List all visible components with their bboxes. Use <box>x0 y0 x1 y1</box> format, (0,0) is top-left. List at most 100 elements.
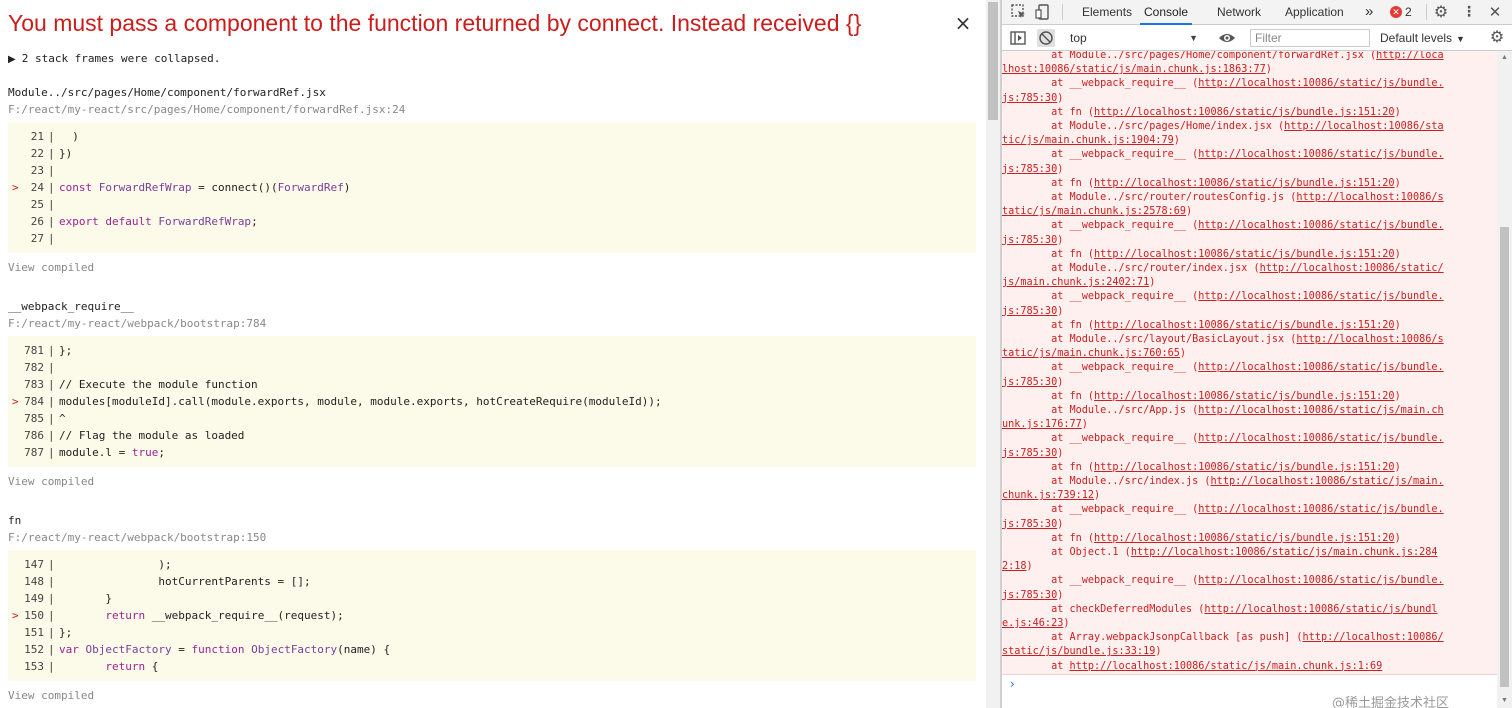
devtools-tab-bar: Elements Console Network Application » ✕… <box>1002 0 1512 25</box>
tab-network[interactable]: Network <box>1217 0 1261 25</box>
source-link[interactable]: js:785:30 <box>1002 519 1057 530</box>
console-prompt[interactable]: › @稀土掘金技术社区 <box>1002 674 1497 708</box>
error-count[interactable]: 2 <box>1405 0 1412 24</box>
code-token: function <box>191 643 252 656</box>
inspect-element-icon[interactable] <box>1010 3 1028 21</box>
source-link[interactable]: js:785:30 <box>1002 590 1057 601</box>
trace-text: at checkDeferredModules ( <box>1002 603 1205 615</box>
trace-text: ) <box>1057 376 1064 388</box>
console-scrollbar[interactable]: ▲ ▼ <box>1497 51 1512 708</box>
source-link[interactable]: http://localhost:10086/static/js/bundle. <box>1198 433 1443 444</box>
scroll-down-arrow-icon[interactable]: ▼ <box>1500 696 1509 706</box>
source-link[interactable]: http://localhost:10086/static/js/bundle. <box>1198 575 1443 586</box>
view-compiled-link[interactable]: View compiled <box>8 261 94 275</box>
source-link[interactable]: unk.js:176:77 <box>1002 419 1082 430</box>
trace-text: ) <box>1155 646 1162 658</box>
source-link[interactable]: tic/js/main.chunk.js:1904:79 <box>1002 135 1174 146</box>
source-link[interactable]: http://localhost:10086/static/js/bundl <box>1204 604 1437 615</box>
code-snippet: 781 |}; 782 | 783 | // Execute the module func… <box>8 336 976 467</box>
gutter-separator: | <box>48 609 55 622</box>
more-options-icon[interactable]: ⋮ <box>1460 3 1478 21</box>
source-link[interactable]: js/main.chunk.js:2402:71 <box>1002 277 1149 288</box>
gutter-separator: | <box>48 344 55 357</box>
stack-trace-line: chunk.js:739:12) <box>1002 489 1497 503</box>
frame-file-path[interactable]: F:/react/my-react/src/pages/Home/compone… <box>8 103 405 117</box>
source-link[interactable]: e.js:46:23 <box>1002 618 1063 629</box>
overlay-scrollbar-thumb[interactable] <box>988 2 998 120</box>
source-link[interactable]: js:785:30 <box>1002 93 1057 104</box>
gutter-separator: | <box>48 378 55 391</box>
error-icon[interactable]: ✕ <box>1390 6 1402 18</box>
source-link[interactable]: http://localhost:10086/ <box>1303 632 1444 643</box>
source-link[interactable]: tatic/js/main.chunk.js:760:65 <box>1002 348 1180 359</box>
frame-file-path[interactable]: F:/react/my-react/webpack/bootstrap:150 <box>8 531 266 545</box>
collapsed-frames-toggle[interactable]: ▶ 2 stack frames were collapsed. <box>8 52 220 67</box>
gutter-separator: | <box>48 446 55 459</box>
source-link[interactable]: http://localhost:10086/sta <box>1284 121 1443 132</box>
source-link[interactable]: http://localhost:10086/static/js/main.ch <box>1198 405 1443 416</box>
source-link[interactable]: http://localhost:10086/static/js/bundle. <box>1198 149 1443 160</box>
source-link[interactable]: http://localhost:10086/static/js/bundle. <box>1198 504 1443 515</box>
source-link[interactable]: http://localhost:10086/static/js/bundle.… <box>1094 462 1395 473</box>
code-token: __webpack_require__(request); <box>145 609 344 622</box>
code-snippet: 21 | ) 22 |}) 23 | >24 | const ForwardRefWrap = … <box>8 122 976 253</box>
view-compiled-link[interactable]: View compiled <box>8 475 94 489</box>
console-filter-input[interactable] <box>1250 29 1370 47</box>
close-button[interactable]: × <box>952 10 974 36</box>
source-link[interactable]: js:785:30 <box>1002 448 1057 459</box>
source-link[interactable]: http://loca <box>1376 51 1443 61</box>
stack-trace-line: at http://localhost:10086/static/js/main… <box>1002 660 1497 674</box>
tab-console[interactable]: Console <box>1140 0 1193 25</box>
toolbar-separator <box>1062 4 1063 20</box>
code-line: 782 | <box>8 359 976 376</box>
device-toolbar-icon[interactable] <box>1034 3 1052 21</box>
source-link[interactable]: http://localhost:10086/static/js/main. <box>1211 476 1444 487</box>
view-compiled-link[interactable]: View compiled <box>8 689 94 703</box>
more-tabs-button[interactable]: » <box>1365 0 1373 25</box>
source-link[interactable]: js:785:30 <box>1002 235 1057 246</box>
source-link[interactable]: http://localhost:10086/static/js/bundle.… <box>1094 178 1395 189</box>
source-link[interactable]: http://localhost:10086/static/js/bundle.… <box>1094 249 1395 260</box>
source-link[interactable]: lhost:10086/static/js/main.chunk.js:1863… <box>1002 64 1266 75</box>
source-code: }; <box>59 624 72 641</box>
live-expression-eye-icon[interactable] <box>1218 29 1236 47</box>
settings-gear-icon[interactable]: ⚙ <box>1432 3 1450 21</box>
source-link[interactable]: js:785:30 <box>1002 377 1057 388</box>
source-link[interactable]: http://localhost:10086/static/js/bundle.… <box>1094 107 1395 118</box>
source-link[interactable]: http://localhost:10086/static/js/bundle.… <box>1094 533 1395 544</box>
line-number: 148 <box>24 575 44 588</box>
source-link[interactable]: http://localhost:10086/static/js/bundle. <box>1198 220 1443 231</box>
source-link[interactable]: tatic/js/main.chunk.js:2578:69 <box>1002 206 1186 217</box>
tab-elements[interactable]: Elements <box>1082 0 1132 25</box>
console-scrollbar-thumb[interactable] <box>1500 227 1509 687</box>
scroll-up-arrow-icon[interactable]: ▲ <box>1500 53 1509 63</box>
overlay-scrollbar[interactable] <box>986 0 1000 708</box>
source-link[interactable]: static/js/bundle.js:33:19 <box>1002 646 1155 657</box>
log-levels-dropdown[interactable]: Default levels ▼ <box>1380 27 1466 49</box>
tab-application[interactable]: Application <box>1285 0 1344 25</box>
source-link[interactable]: http://localhost:10086/static/js/bundle. <box>1198 362 1443 373</box>
source-link[interactable]: 2:18 <box>1002 561 1027 572</box>
source-link[interactable]: http://localhost:10086/static/js/bundle.… <box>1094 320 1395 331</box>
stack-trace-line: at Module../src/index.js (http://localho… <box>1002 475 1497 489</box>
code-token: ) <box>59 130 79 143</box>
source-link[interactable]: http://localhost:10086/static/js/main.ch… <box>1131 547 1438 558</box>
show-sidebar-icon[interactable] <box>1009 29 1027 47</box>
source-link[interactable]: http://localhost:10086/s <box>1296 334 1443 345</box>
source-link[interactable]: http://localhost:10086/static/js/bundle. <box>1198 78 1443 89</box>
close-devtools-icon[interactable]: ✕ <box>1486 3 1504 21</box>
context-selector[interactable]: top ▼ <box>1070 27 1202 49</box>
code-token: = <box>171 643 192 656</box>
source-link[interactable]: js:785:30 <box>1002 306 1057 317</box>
code-token: ForwardRef <box>277 181 344 194</box>
clear-console-icon[interactable] <box>1037 29 1055 47</box>
source-link[interactable]: http://localhost:10086/s <box>1296 192 1443 203</box>
source-link[interactable]: http://localhost:10086/static/ <box>1260 263 1444 274</box>
source-link[interactable]: http://localhost:10086/static/js/bundle. <box>1198 291 1443 302</box>
frame-file-path[interactable]: F:/react/my-react/webpack/bootstrap:784 <box>8 317 266 331</box>
console-settings-gear-icon[interactable]: ⚙ <box>1488 28 1506 46</box>
source-link[interactable]: http://localhost:10086/static/js/bundle.… <box>1094 391 1395 402</box>
source-link[interactable]: chunk.js:739:12 <box>1002 490 1094 501</box>
source-link[interactable]: js:785:30 <box>1002 164 1057 175</box>
source-link[interactable]: http://localhost:10086/static/js/main.ch… <box>1069 661 1382 672</box>
